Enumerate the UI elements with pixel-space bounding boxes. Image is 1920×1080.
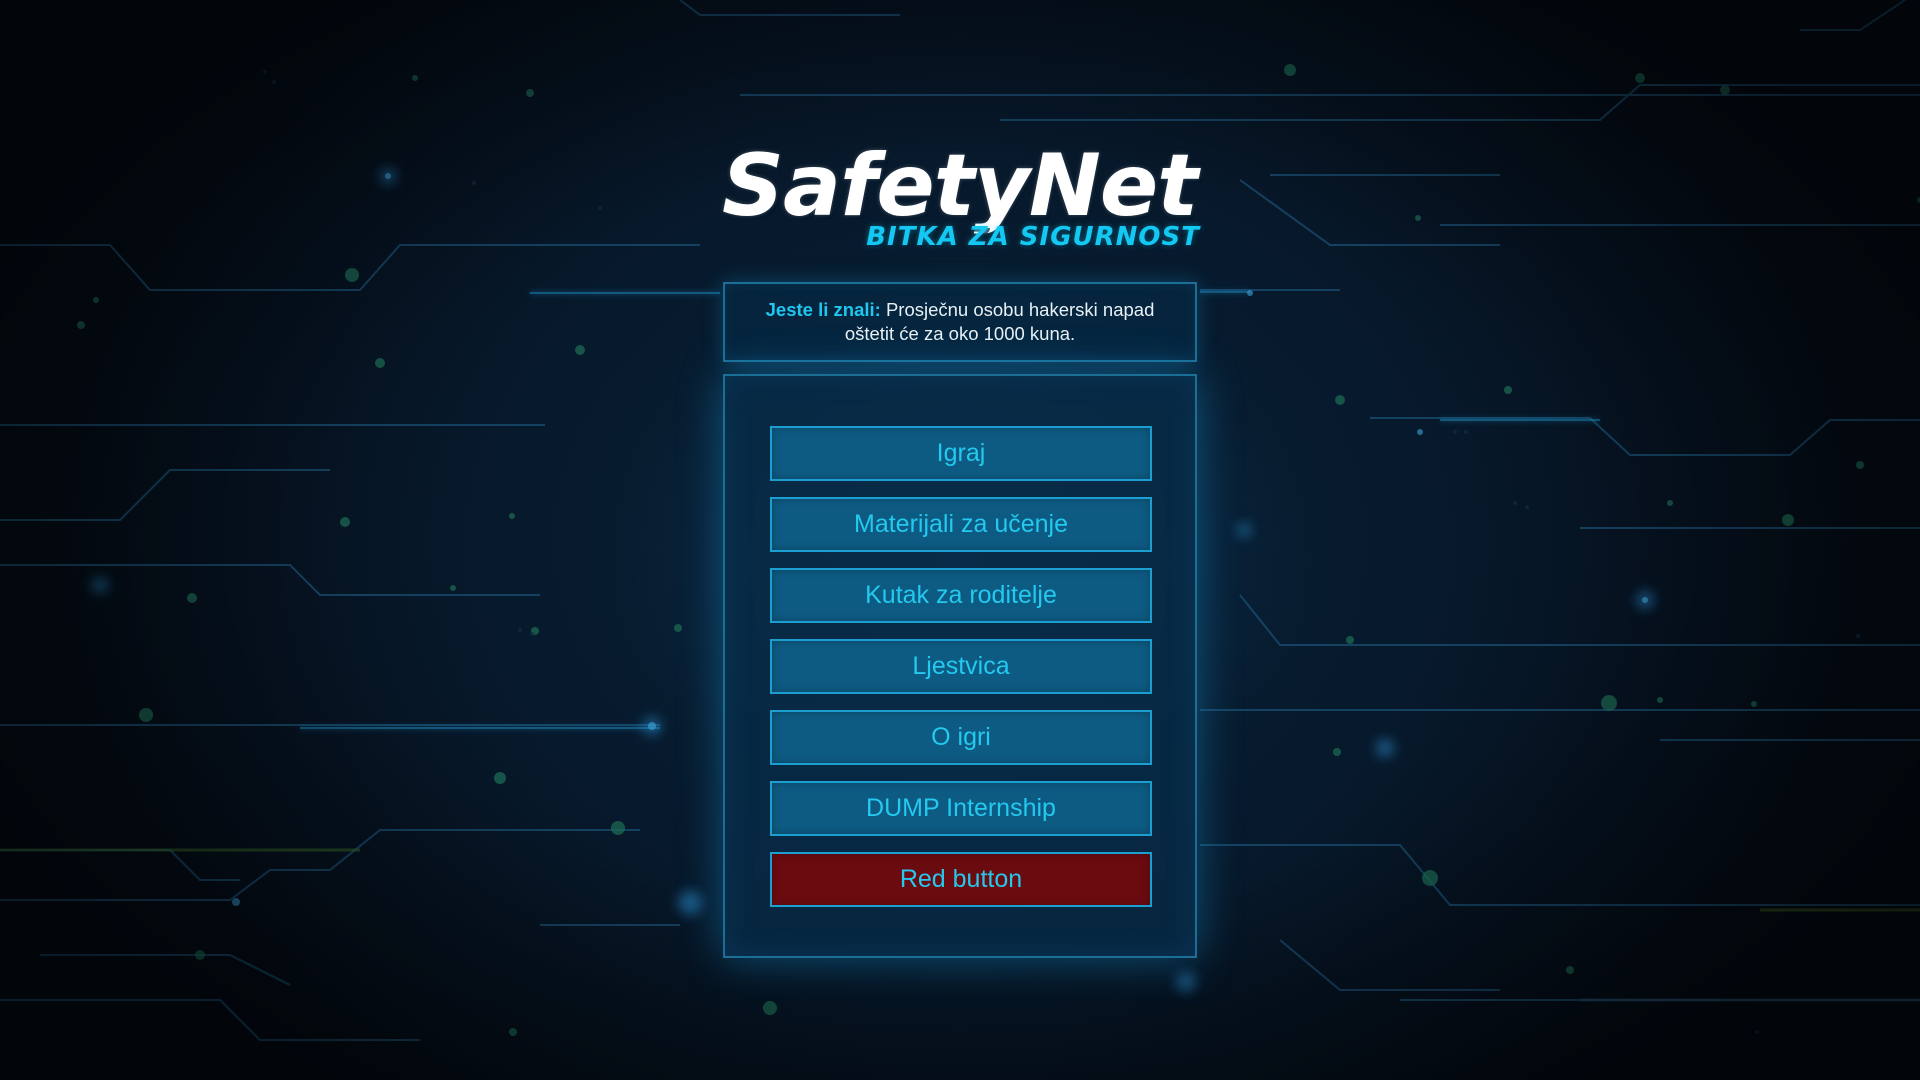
fact-content: Jeste li znali: Prosječnu osobu hakerski… [747,298,1173,346]
logo-subtitle: BITKA ZA SIGURNOST [866,222,1200,252]
learning-materials-button[interactable]: Materijali za učenje [770,497,1152,552]
main-menu-screen: SafetyNet BITKA ZA SIGURNOST Jeste li zn… [0,0,1920,1080]
about-game-button[interactable]: O igri [770,710,1152,765]
fact-text: Prosječnu osobu hakerski napad oštetit ć… [844,299,1155,344]
leaderboard-button[interactable]: Ljestvica [770,639,1152,694]
logo-title: SafetyNet [722,136,1198,236]
fact-label: Jeste li znali: [765,299,881,320]
red-button[interactable]: Red button [770,852,1152,907]
game-logo: SafetyNet BITKA ZA SIGURNOST [722,138,1200,258]
play-button[interactable]: Igraj [770,426,1152,481]
main-menu-panel: Igraj Materijali za učenje Kutak za rodi… [723,374,1197,958]
dump-internship-button[interactable]: DUMP Internship [770,781,1152,836]
did-you-know-box: Jeste li znali: Prosječnu osobu hakerski… [723,282,1197,362]
parents-corner-button[interactable]: Kutak za roditelje [770,568,1152,623]
